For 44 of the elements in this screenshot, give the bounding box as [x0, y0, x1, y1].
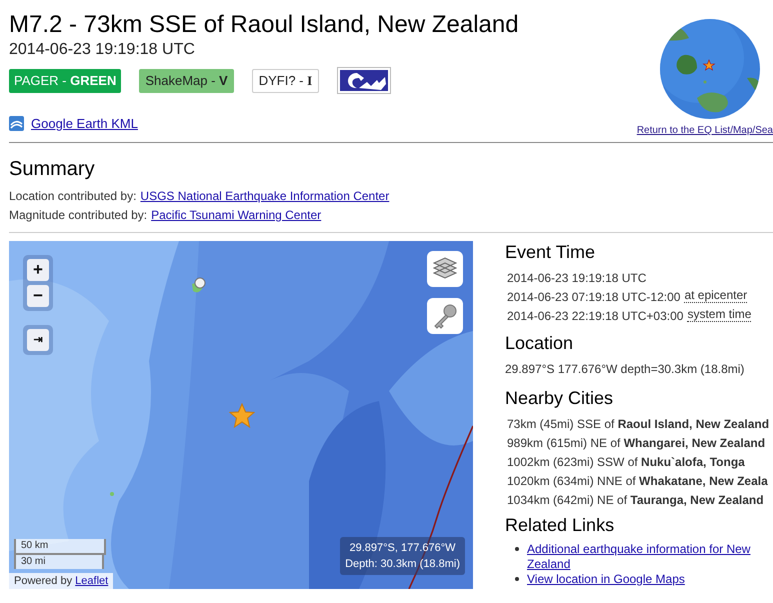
scale-bar: 50 km	[14, 539, 106, 555]
nearby-city: 989km (615mi) NE of Whangarei, New Zealand	[506, 435, 766, 452]
section-heading: Event Time	[505, 241, 596, 263]
rss-feed-icon	[9, 116, 24, 131]
coordinates-text: 29.897°S, 177.676°W	[348, 541, 457, 556]
contributor-label: Magnitude contributed by:	[9, 207, 148, 224]
nearby-city: 73km (45mi) SSE of Raoul Island, New Zealand	[506, 416, 770, 433]
zoom-out-button[interactable]: −	[27, 285, 49, 307]
layers-icon[interactable]	[427, 251, 463, 287]
tsunami-wave-icon[interactable]	[337, 67, 392, 94]
section-heading: Location	[505, 332, 574, 354]
shakemap-badge[interactable]: ShakeMap - V	[139, 68, 234, 92]
event-time-text: 2014-06-23 22:19:18 UTC+03:00	[507, 308, 684, 325]
nearby-city: 1034km (642mi) NE of Tauranga, New Zealand	[506, 492, 765, 509]
dyfi-badge[interactable]: DYFI? - I	[252, 68, 320, 92]
timezone-label: system time	[687, 307, 752, 322]
key-icon[interactable]	[427, 298, 463, 334]
kml-link[interactable]: Google Earth KML	[31, 116, 138, 131]
nearby-city: 1002km (623mi) SSW of Nuku`alofa, Tonga	[506, 454, 746, 471]
fullscreen-button[interactable]: ⇥	[27, 329, 49, 351]
zoom-in-button[interactable]: +	[27, 259, 49, 281]
bullet-icon	[515, 547, 519, 551]
page-title: M7.2 - 73km SSE of Raoul Island, New Zealand	[9, 10, 519, 40]
related-link[interactable]: View location in Google Maps	[527, 572, 685, 587]
attribution-text: Powered by	[14, 575, 72, 587]
bullet-icon	[515, 577, 519, 581]
contributor-label: Location contributed by:	[9, 188, 136, 205]
return-link[interactable]: Return to the EQ List/Map/Sea	[636, 125, 773, 136]
contributor-link[interactable]: USGS National Earthquake Information Center	[140, 187, 390, 206]
star-icon	[229, 403, 255, 428]
scale-bar: 30 mi	[14, 555, 104, 569]
event-date: 2014-06-23 19:19:18 UTC	[9, 40, 196, 60]
location-text: 29.897°S 177.676°W depth=30.3km (18.8mi)	[505, 361, 746, 378]
event-time-text: 2014-06-23 19:19:18 UTC	[507, 270, 646, 287]
section-heading: Summary	[9, 157, 96, 181]
section-heading: Nearby Cities	[505, 387, 614, 409]
contributor-link[interactable]: Pacific Tsunami Warning Center	[151, 206, 322, 225]
timezone-label: at epicenter	[684, 288, 748, 303]
depth-text: Depth: 30.3km (18.8mi)	[345, 557, 460, 572]
nearby-city: 1020km (634mi) NNE of Whakatane, New Zeala	[506, 473, 769, 490]
leaflet-link[interactable]: Leaflet	[75, 575, 108, 587]
related-link[interactable]: Additional earthquake information for New Zealand	[527, 542, 773, 572]
event-time-text: 2014-06-23 07:19:18 UTC-12:00	[507, 289, 680, 306]
section-heading: Related Links	[505, 514, 616, 536]
